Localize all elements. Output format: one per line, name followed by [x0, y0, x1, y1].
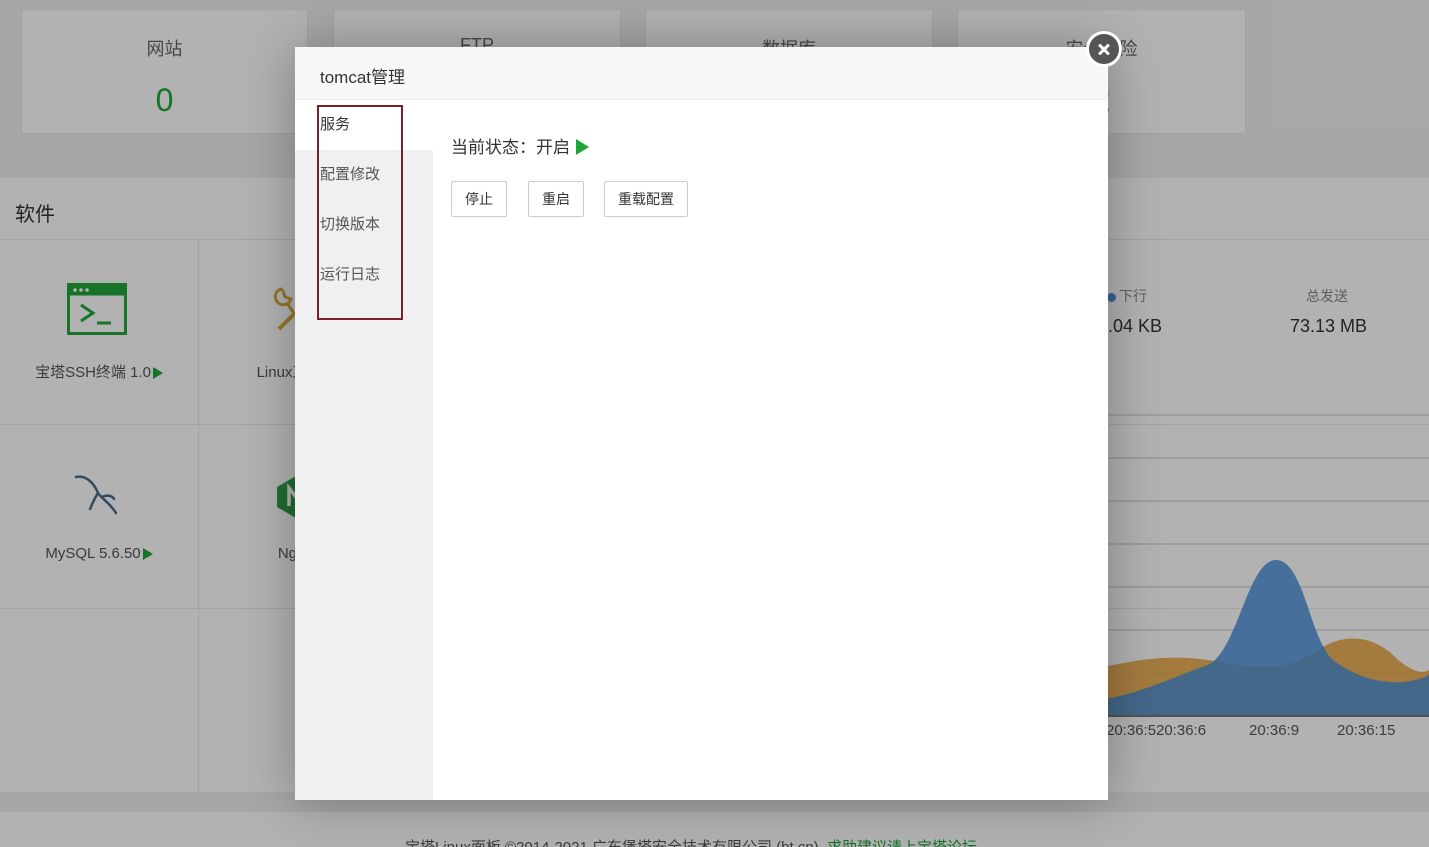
restart-button[interactable]: 重启 — [528, 181, 584, 217]
status-value: 开启 — [536, 138, 570, 157]
play-icon — [576, 139, 589, 156]
modal-side-nav: 服务 配置修改 切换版本 运行日志 — [295, 100, 433, 800]
service-content: 当前状态：开启 停止 重启 重载配置 — [433, 100, 1108, 800]
status-prefix: 当前状态： — [451, 138, 536, 157]
service-status: 当前状态：开启 — [451, 133, 589, 158]
nav-item-service[interactable]: 服务 — [295, 100, 433, 150]
nav-item-run-log[interactable]: 运行日志 — [295, 250, 433, 300]
stop-button[interactable]: 停止 — [451, 181, 507, 217]
close-icon[interactable] — [1086, 31, 1122, 67]
nav-item-config[interactable]: 配置修改 — [295, 150, 433, 200]
tomcat-modal: tomcat管理 服务 配置修改 切换版本 运行日志 当前状态：开启 停止 重启… — [295, 31, 1122, 800]
nav-item-switch-version[interactable]: 切换版本 — [295, 200, 433, 250]
modal-header: tomcat管理 — [295, 47, 1108, 100]
modal-title: tomcat管理 — [320, 68, 406, 87]
reload-config-button[interactable]: 重载配置 — [604, 181, 688, 217]
